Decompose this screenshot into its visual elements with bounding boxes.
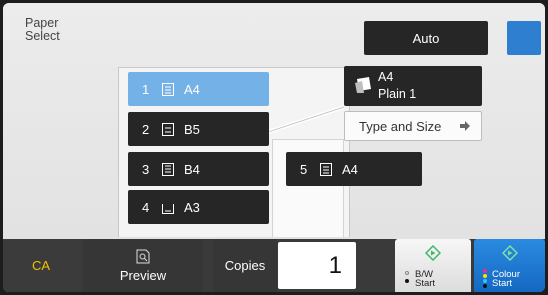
- tray-stack-icon: [162, 122, 174, 136]
- magenta-dot: [483, 269, 487, 273]
- tray-2-button[interactable]: 2 B5: [128, 112, 269, 146]
- tray-number: 3: [142, 161, 150, 177]
- cyan-dot: [483, 279, 487, 283]
- settings-square-button[interactable]: [507, 21, 541, 55]
- colour-label-line-2: Start: [492, 278, 513, 289]
- preview-label: Preview: [119, 267, 167, 283]
- tray-number: 2: [142, 121, 150, 137]
- type-and-size-button[interactable]: Type and Size: [344, 111, 482, 141]
- paper-type-icon: [355, 77, 371, 93]
- tray-1-button[interactable]: 1 A4: [128, 72, 269, 106]
- tray-number: 4: [142, 199, 150, 215]
- tray-number: 1: [142, 81, 150, 97]
- copies-value: 1: [328, 251, 342, 279]
- bw-label: B/W Start: [415, 270, 436, 289]
- preview-icon: [136, 249, 150, 263]
- tray-stack-icon: [320, 162, 332, 176]
- start-diamond-icon: [501, 245, 518, 261]
- tray-3-button[interactable]: 3 B4: [128, 152, 269, 186]
- tray-size: B5: [184, 121, 200, 137]
- bw-start-button[interactable]: B/W Start: [395, 239, 471, 292]
- colour-start-button[interactable]: Colour Start: [474, 239, 545, 292]
- black-dot: [483, 284, 487, 288]
- title-line-2: Select: [25, 29, 60, 43]
- arrow-right-icon: [460, 121, 470, 131]
- preview-button[interactable]: Preview: [83, 239, 203, 292]
- tray-empty-icon: [162, 201, 174, 214]
- tray-size: A4: [342, 161, 358, 177]
- ca-button[interactable]: CA: [3, 239, 79, 292]
- yellow-dot: [483, 274, 487, 278]
- bw-label-line-2: Start: [415, 278, 436, 289]
- copies-label-text: Copies: [224, 258, 266, 273]
- main-panel: Paper Select Auto 1 A4 2 B5 3 B4 4 A3 5 …: [3, 3, 545, 239]
- copies-input[interactable]: 1: [278, 242, 356, 289]
- paper-type: Plain 1: [378, 87, 417, 101]
- bw-black-dot: [405, 279, 409, 283]
- paper-size: A4: [378, 70, 394, 84]
- copies-label: Copies: [213, 239, 277, 292]
- ca-label: CA: [31, 258, 51, 273]
- auto-label: Auto: [412, 30, 440, 46]
- bw-white-dot: [405, 271, 409, 275]
- tray-4-button[interactable]: 4 A3: [128, 190, 269, 224]
- tray-size: B4: [184, 161, 200, 177]
- start-diamond-icon: [425, 245, 441, 261]
- page-title: Paper Select: [25, 17, 85, 43]
- tray-size: A3: [184, 199, 200, 215]
- copy-screen: Paper Select Auto 1 A4 2 B5 3 B4 4 A3 5 …: [3, 3, 545, 292]
- tray-stack-icon: [162, 162, 174, 176]
- tray-5-button[interactable]: 5 A4: [286, 152, 422, 186]
- auto-button[interactable]: Auto: [364, 21, 488, 55]
- colour-label: Colour Start: [492, 270, 520, 289]
- type-and-size-label: Type and Size: [359, 118, 442, 134]
- tray-size: A4: [184, 81, 200, 97]
- connector-line: [265, 105, 345, 135]
- bottom-bar: CA Preview Copies 1 B/W Start Colour Sta…: [3, 239, 545, 292]
- tray-stack-icon: [162, 82, 174, 96]
- paper-info-box: A4 Plain 1: [344, 66, 482, 106]
- tray-number: 5: [300, 161, 308, 177]
